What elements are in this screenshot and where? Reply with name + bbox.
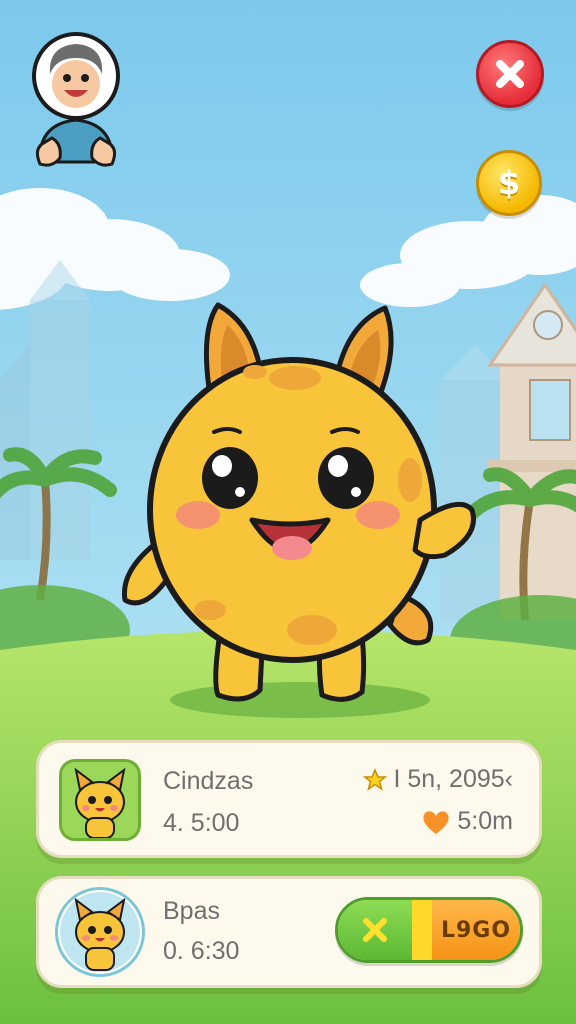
player-avatar-icon (32, 32, 120, 167)
fox-pet-icon (60, 892, 140, 972)
close-button[interactable] (476, 40, 544, 108)
pet-timer: 4. 5:00 (163, 809, 240, 837)
pet-timer: 0. 6:30 (163, 937, 240, 965)
pet-name: Bpas (163, 897, 220, 925)
go-label: L9GO (440, 917, 512, 943)
go-action-button[interactable]: L9GO (335, 897, 523, 963)
pet-thumbnail (55, 887, 145, 977)
dollar-coin-icon: $ (497, 164, 521, 202)
star-icon (363, 767, 388, 791)
close-x-icon (496, 60, 524, 88)
stat-health-value: 5:0m (457, 807, 513, 835)
pet-info-card[interactable]: Bpas 0. 6:30 L9GO (36, 876, 542, 988)
fox-pet-icon (74, 767, 126, 838)
pill-divider (412, 900, 432, 960)
dismiss-segment[interactable] (338, 900, 412, 960)
coin-shop-button[interactable]: $ (476, 150, 542, 216)
go-segment[interactable]: L9GO (432, 900, 520, 960)
player-avatar[interactable] (30, 32, 122, 172)
pet-stat-health: 5:0m (421, 807, 513, 836)
pet-thumbnail (59, 759, 141, 841)
pet-name: Cindzas (163, 767, 254, 795)
heart-icon (423, 810, 449, 834)
pet-stat-score: I 5n, 2095‹ (363, 765, 513, 794)
pet-info-card[interactable]: Cindzas 4. 5:00 I 5n, 2095‹ 5:0m (36, 740, 542, 858)
x-mark-icon (363, 918, 387, 942)
stat-score-value: I 5n, 2095‹ (393, 765, 513, 793)
